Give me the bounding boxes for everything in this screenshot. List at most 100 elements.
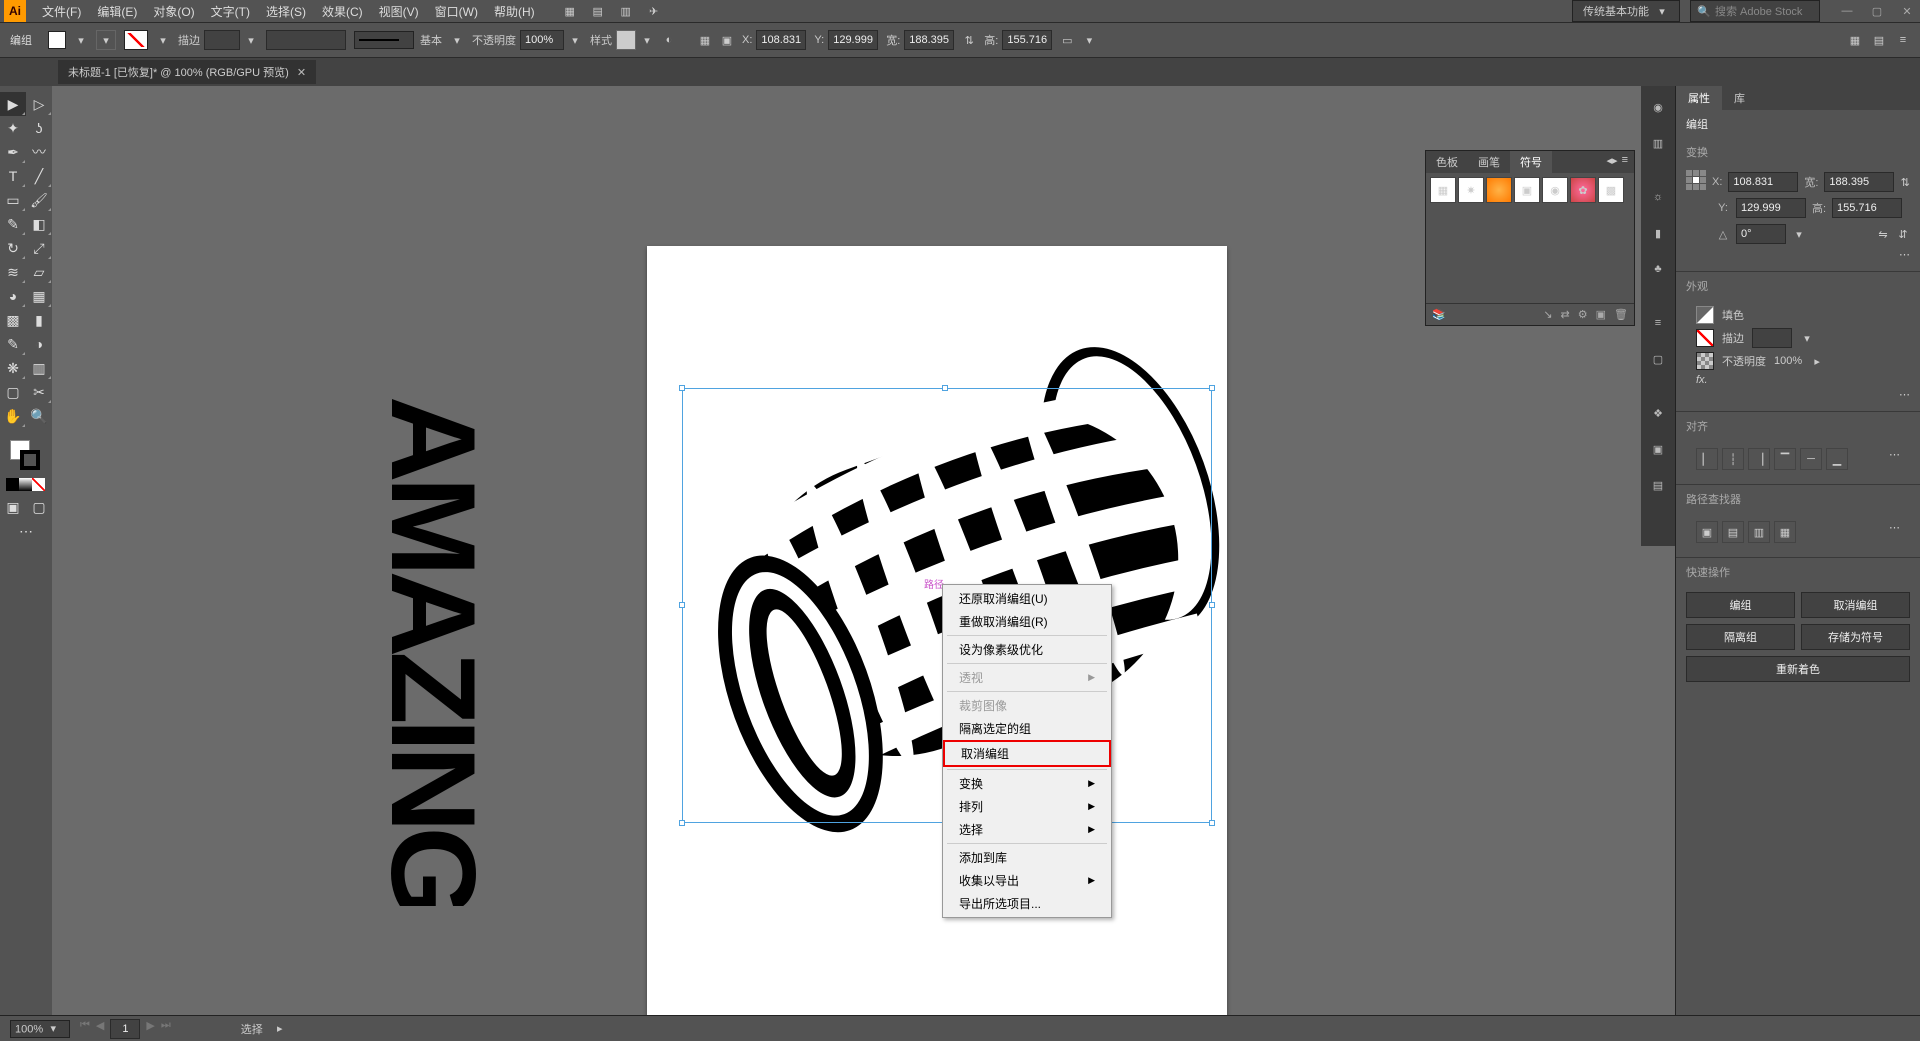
opacity-input[interactable] <box>520 30 564 50</box>
delete-symbol-icon[interactable]: 🗑 <box>1614 308 1628 321</box>
transparency-panel-icon[interactable]: ♣ <box>1647 258 1669 280</box>
offscreen-text[interactable]: AMAZING <box>292 386 492 909</box>
symbol-lib-icon[interactable]: 📚 <box>1432 308 1446 321</box>
curvature-tool[interactable]: 〰 <box>26 140 52 164</box>
doc-setup-icon[interactable]: ▦ <box>1848 33 1862 47</box>
align-top[interactable]: ▔ <box>1774 448 1796 470</box>
paintbrush-tool[interactable]: 🖌 <box>26 188 52 212</box>
color-mode-solid[interactable] <box>6 478 19 491</box>
symbol-thumb[interactable]: ✷ <box>1458 177 1484 203</box>
more-options-icon[interactable]: ⋯ <box>1899 389 1910 401</box>
quick-isolate-button[interactable]: 隔离组 <box>1686 624 1795 650</box>
color-mode-gradient[interactable] <box>19 478 32 491</box>
panel-tab-brushes[interactable]: 画笔 <box>1468 151 1510 173</box>
reference-point[interactable] <box>1686 170 1706 194</box>
props-h-input[interactable] <box>1832 198 1902 218</box>
ctx-undo-ungroup[interactable]: 还原取消编组(U) <box>943 587 1111 610</box>
fill-swatch[interactable] <box>48 31 66 49</box>
menu-view[interactable]: 视图(V) <box>371 3 427 20</box>
zoom-select[interactable]: 100% ▾ <box>10 1020 70 1038</box>
free-transform-tool[interactable]: ▱ <box>26 260 52 284</box>
panel-menu-icon[interactable]: ≡ <box>1622 154 1628 170</box>
pathfinder-intersect[interactable]: ▥ <box>1748 521 1770 543</box>
menu-object[interactable]: 对象(O) <box>145 3 202 20</box>
gradient-panel-icon[interactable]: ▮ <box>1647 222 1669 244</box>
w-input[interactable] <box>904 30 954 50</box>
align-right[interactable]: ▕ <box>1748 448 1770 470</box>
selection-handle[interactable] <box>1209 385 1215 391</box>
slice-tool[interactable]: ✂ <box>26 380 52 404</box>
graphic-styles-icon[interactable]: ▢ <box>1647 348 1669 370</box>
close-icon[interactable]: ✕ <box>297 66 306 79</box>
transform-icon[interactable]: ▾ <box>1082 33 1096 47</box>
arrange-icon[interactable]: ▥ <box>619 4 633 18</box>
stroke-weight-input[interactable] <box>1752 328 1792 348</box>
chevron-down-icon[interactable]: ▾ <box>450 33 464 47</box>
screen-mode-full[interactable]: ▢ <box>26 495 52 519</box>
symbol-thumb[interactable]: ▩ <box>1598 177 1624 203</box>
column-graph-tool[interactable]: ▥ <box>26 356 52 380</box>
asset-export-icon[interactable]: ▣ <box>1647 438 1669 460</box>
quick-save-symbol-button[interactable]: 存储为符号 <box>1801 624 1910 650</box>
flip-v-icon[interactable]: ⇵ <box>1896 227 1910 241</box>
ctx-collect-export[interactable]: 收集以导出▶ <box>943 869 1111 892</box>
eyedropper-tool[interactable]: ✎ <box>0 332 26 356</box>
flip-h-icon[interactable]: ⇋ <box>1876 227 1890 241</box>
quick-recolor-button[interactable]: 重新着色 <box>1686 656 1910 682</box>
stroke-swatch[interactable] <box>1696 329 1714 347</box>
selection-handle[interactable] <box>1209 602 1215 608</box>
nav-first-icon[interactable]: ⏮ <box>80 1019 90 1039</box>
ctx-ungroup[interactable]: 取消编组 <box>943 740 1111 767</box>
symbol-thumb[interactable]: ▣ <box>1514 177 1540 203</box>
link-wh-icon[interactable]: ⇅ <box>962 33 976 47</box>
fx-label[interactable]: fx. <box>1696 374 1708 386</box>
recolor-icon[interactable]: ◐ <box>662 33 676 47</box>
props-x-input[interactable] <box>1728 172 1798 192</box>
status-menu-icon[interactable]: ▸ <box>273 1022 287 1036</box>
chevron-down-icon[interactable]: ▾ <box>1792 227 1806 241</box>
layers-panel-icon[interactable]: ❖ <box>1647 402 1669 424</box>
chevron-down-icon[interactable]: ▾ <box>568 33 582 47</box>
fill-stroke-indicator[interactable] <box>0 436 52 474</box>
chevron-down-icon[interactable]: ▾ <box>74 33 88 47</box>
menu-effect[interactable]: 效果(C) <box>314 3 371 20</box>
new-symbol-icon[interactable]: ▣ <box>1596 308 1606 321</box>
chevron-down-icon[interactable]: ▾ <box>640 33 654 47</box>
pathfinder-exclude[interactable]: ▦ <box>1774 521 1796 543</box>
symbol-thumb[interactable]: ◉ <box>1542 177 1568 203</box>
artboard-nav[interactable]: ⏮ ◀ ▶ ⏭ <box>80 1019 171 1039</box>
zoom-tool[interactable]: 🔍 <box>26 404 52 428</box>
window-close[interactable]: ✕ <box>1898 4 1916 18</box>
hand-tool[interactable]: ✋ <box>0 404 26 428</box>
appearance-panel-icon[interactable]: ≡ <box>1647 312 1669 334</box>
align-icon[interactable]: ▦ <box>698 33 712 47</box>
quick-group-button[interactable]: 编组 <box>1686 592 1795 618</box>
stroke-swatch[interactable] <box>124 30 148 50</box>
artboard-tool[interactable]: ▢ <box>0 380 26 404</box>
shape-icon[interactable]: ▭ <box>1060 33 1074 47</box>
shape-builder-tool[interactable]: ◕ <box>0 284 26 308</box>
selection-handle[interactable] <box>679 820 685 826</box>
shaper-tool[interactable]: ✎ <box>0 212 26 236</box>
selection-handle[interactable] <box>679 602 685 608</box>
workspace-switcher[interactable]: 传统基本功能 ▾ <box>1572 0 1680 22</box>
color-guide-icon[interactable]: ▥ <box>1647 132 1669 154</box>
window-minimize[interactable]: — <box>1838 4 1856 18</box>
chevron-down-icon[interactable]: ▾ <box>244 33 258 47</box>
selection-handle[interactable] <box>1209 820 1215 826</box>
place-symbol-icon[interactable]: ↘ <box>1543 308 1552 321</box>
props-tab-libraries[interactable]: 库 <box>1722 86 1757 110</box>
align-vcenter[interactable]: ─ <box>1800 448 1822 470</box>
menu-edit[interactable]: 编辑(E) <box>89 3 145 20</box>
symbol-thumb[interactable] <box>1486 177 1512 203</box>
selection-tool[interactable]: ▶ <box>0 92 26 116</box>
rotate-tool[interactable]: ↻ <box>0 236 26 260</box>
document-tab[interactable]: 未标题-1 [已恢复]* @ 100% (RGB/GPU 预览) ✕ <box>58 60 316 84</box>
chevron-down-icon[interactable]: ▾ <box>156 33 170 47</box>
stroke-panel-icon[interactable]: ☼ <box>1647 186 1669 208</box>
more-options-icon[interactable]: ⋯ <box>1889 521 1900 543</box>
color-mode-none[interactable] <box>32 478 45 491</box>
ctx-redo-ungroup[interactable]: 重做取消编组(R) <box>943 610 1111 633</box>
props-y-input[interactable] <box>1736 198 1806 218</box>
panel-tab-swatches[interactable]: 色板 <box>1426 151 1468 173</box>
